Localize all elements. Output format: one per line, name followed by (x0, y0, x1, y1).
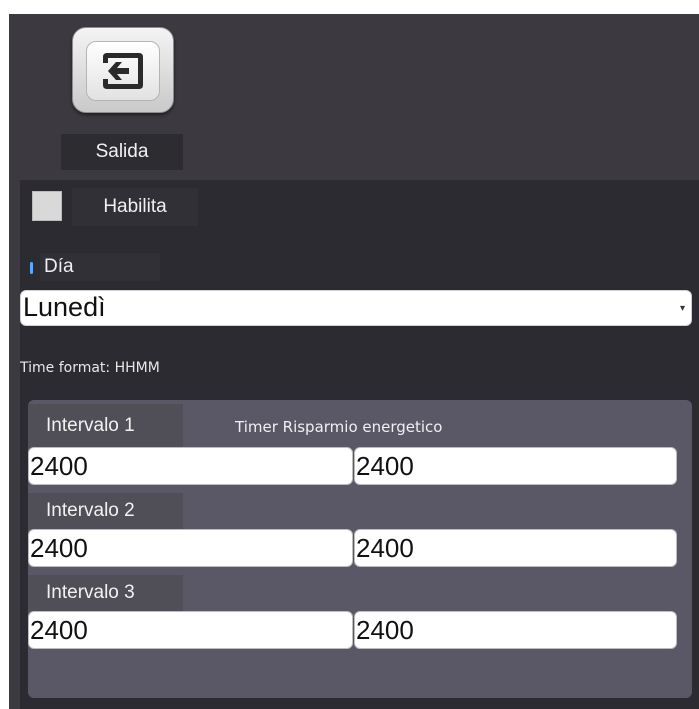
day-select-value: Lunedì (23, 292, 106, 322)
settings-panel: Habilita Día Lunedì ▾ Time format: HHMM … (20, 180, 699, 709)
day-marker (30, 262, 33, 274)
exit-label[interactable]: Salida (61, 134, 183, 170)
timer-title: Timer Risparmio energetico (235, 418, 443, 436)
enable-label: Habilita (72, 188, 198, 226)
exit-arrow-icon (103, 53, 143, 89)
interval-1-label: Intervalo 1 (28, 404, 183, 448)
interval-3-end-input[interactable]: 2400 (354, 611, 677, 649)
chevron-down-icon: ▾ (679, 303, 685, 314)
exit-button-face (86, 41, 160, 101)
day-select[interactable]: Lunedì ▾ (20, 290, 692, 326)
app-window: Salida Habilita Día Lunedì ▾ Time format… (9, 14, 699, 709)
interval-3-start-input[interactable]: 2400 (28, 611, 353, 649)
interval-3-label: Intervalo 3 (28, 575, 183, 611)
interval-2-end-input[interactable]: 2400 (354, 529, 677, 567)
day-label: Día (40, 253, 160, 281)
timer-box: Timer Risparmio energetico Intervalo 1 2… (28, 400, 692, 698)
interval-1-start-input[interactable]: 2400 (28, 447, 353, 485)
interval-1-end-input[interactable]: 2400 (354, 447, 677, 485)
enable-checkbox[interactable] (32, 191, 62, 221)
exit-button[interactable] (72, 27, 174, 113)
time-format-hint: Time format: HHMM (20, 360, 160, 376)
interval-2-label: Intervalo 2 (28, 493, 183, 529)
interval-2-start-input[interactable]: 2400 (28, 529, 353, 567)
